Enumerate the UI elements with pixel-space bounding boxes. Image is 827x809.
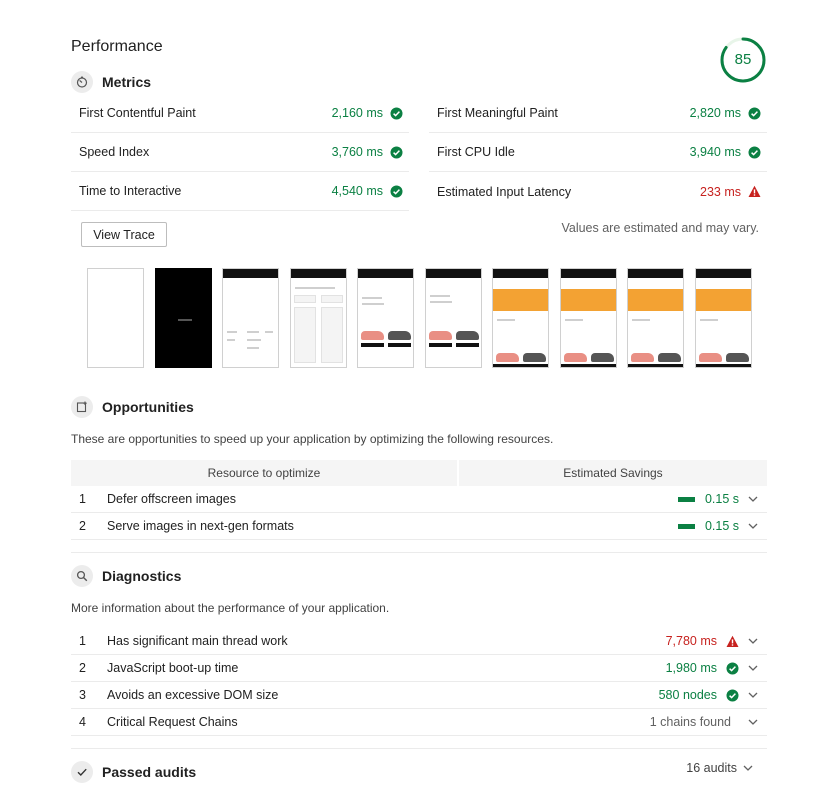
pass-check-icon xyxy=(748,146,761,158)
row-number: 4 xyxy=(79,715,86,729)
row-number: 2 xyxy=(79,661,86,675)
performance-score-gauge: 85 xyxy=(719,36,767,84)
filmstrip-frame xyxy=(154,268,212,368)
metric-value: 3,940 ms xyxy=(689,145,741,159)
opportunity-row[interactable]: 1 Defer offscreen images 0.15 s xyxy=(71,486,767,513)
diagnostic-row[interactable]: 1 Has significant main thread work 7,780… xyxy=(71,628,767,655)
pass-check-icon xyxy=(390,185,403,197)
pass-check-icon xyxy=(390,107,403,119)
diagnostic-value: 1,980 ms xyxy=(665,661,717,675)
savings-value: 0.15 s xyxy=(704,519,739,533)
opportunities-table-header: Resource to optimize Estimated Savings xyxy=(71,460,767,486)
pass-check-icon xyxy=(748,107,761,119)
metric-label: Time to Interactive xyxy=(79,184,182,198)
chevron-down-icon[interactable] xyxy=(739,523,767,529)
filmstrip-frame xyxy=(357,268,414,368)
opportunities-title: Opportunities xyxy=(102,399,194,415)
diagnostic-row[interactable]: 3 Avoids an excessive DOM size 580 nodes xyxy=(71,682,767,709)
row-title: Avoids an excessive DOM size xyxy=(107,688,279,702)
check-icon xyxy=(71,761,93,783)
metric-label: First Contentful Paint xyxy=(79,106,196,120)
diagnostics-header: Diagnostics xyxy=(71,565,181,587)
column-savings: Estimated Savings xyxy=(459,460,767,486)
pass-check-icon xyxy=(390,146,403,158)
passed-audits-count: 16 audits xyxy=(686,761,737,775)
row-title: Serve images in next-gen formats xyxy=(107,519,294,533)
metric-label: Speed Index xyxy=(79,145,150,159)
opportunities-description: These are opportunities to speed up your… xyxy=(71,432,554,446)
filmstrip-frame xyxy=(424,268,482,368)
diagnostic-row[interactable]: 4 Critical Request Chains 1 chains found xyxy=(71,709,767,736)
opportunities-header: Opportunities xyxy=(71,396,194,418)
chevron-down-icon[interactable] xyxy=(737,765,759,771)
warning-triangle-icon xyxy=(726,635,739,647)
estimate-note: Values are estimated and may vary. xyxy=(561,221,759,235)
search-icon xyxy=(71,565,93,587)
filmstrip-frame xyxy=(492,268,549,368)
diagnostics-title: Diagnostics xyxy=(102,568,182,584)
chevron-down-icon[interactable] xyxy=(739,496,767,502)
row-title: Defer offscreen images xyxy=(107,492,236,506)
diagnostic-value: 7,780 ms xyxy=(665,634,717,648)
opportunity-row[interactable]: 2 Serve images in next-gen formats 0.15 … xyxy=(71,513,767,540)
metrics-header: Metrics xyxy=(71,71,151,93)
metric-first-meaningful-paint: First Meaningful Paint 2,820 ms xyxy=(429,94,767,133)
warning-triangle-icon xyxy=(748,185,761,197)
filmstrip-frame xyxy=(289,268,347,368)
row-title: JavaScript boot-up time xyxy=(107,661,239,675)
metric-time-to-interactive: Time to Interactive 4,540 ms xyxy=(71,172,409,211)
filmstrip-frame xyxy=(559,268,617,368)
metric-speed-index: Speed Index 3,760 ms xyxy=(71,133,409,172)
chevron-down-icon[interactable] xyxy=(739,719,767,725)
diagnostic-row[interactable]: 2 JavaScript boot-up time 1,980 ms xyxy=(71,655,767,682)
passed-audits-title: Passed audits xyxy=(102,764,197,780)
chevron-down-icon[interactable] xyxy=(739,692,767,698)
diagnostic-value: 580 nodes xyxy=(658,688,717,702)
section-divider xyxy=(71,748,767,749)
pass-check-icon xyxy=(726,689,739,701)
passed-audits-toggle[interactable]: 16 audits xyxy=(686,761,759,775)
metric-value: 2,820 ms xyxy=(689,106,741,120)
metric-value: 4,540 ms xyxy=(331,184,383,198)
row-title: Has significant main thread work xyxy=(107,634,288,648)
filmstrip-frame xyxy=(627,268,684,368)
metric-estimated-input-latency: Estimated Input Latency 233 ms xyxy=(429,172,767,211)
timer-icon xyxy=(71,71,93,93)
filmstrip-frame xyxy=(222,268,279,368)
metric-label: First CPU Idle xyxy=(437,145,515,159)
metric-label: Estimated Input Latency xyxy=(437,184,572,199)
savings-bar xyxy=(677,496,695,502)
row-number: 1 xyxy=(79,492,86,506)
diagnostic-value: 1 chains found xyxy=(649,715,731,729)
savings-value: 0.15 s xyxy=(704,492,739,506)
metric-value: 3,760 ms xyxy=(331,145,383,159)
diagnostics-description: More information about the performance o… xyxy=(71,601,390,615)
metrics-title: Metrics xyxy=(102,74,152,90)
chevron-down-icon[interactable] xyxy=(739,638,767,644)
filmstrip-frame xyxy=(694,268,752,368)
row-title: Critical Request Chains xyxy=(107,715,238,729)
metric-value: 233 ms xyxy=(700,184,741,199)
chevron-down-icon[interactable] xyxy=(739,665,767,671)
savings-bar xyxy=(677,523,695,529)
metric-first-contentful-paint: First Contentful Paint 2,160 ms xyxy=(71,94,409,133)
metric-first-cpu-idle: First CPU Idle 3,940 ms xyxy=(429,133,767,172)
performance-title: Performance xyxy=(71,38,163,55)
passed-audits-header[interactable]: Passed audits xyxy=(71,761,196,783)
section-divider xyxy=(71,552,767,553)
view-trace-button[interactable]: View Trace xyxy=(81,222,167,247)
pass-check-icon xyxy=(726,662,739,674)
performance-score: 85 xyxy=(734,51,752,68)
row-number: 3 xyxy=(79,688,86,702)
metric-value: 2,160 ms xyxy=(331,106,383,120)
row-number: 2 xyxy=(79,519,86,533)
metric-label: First Meaningful Paint xyxy=(437,106,558,120)
opportunity-icon xyxy=(71,396,93,418)
column-resource: Resource to optimize xyxy=(71,460,457,486)
filmstrip-frame xyxy=(87,268,144,368)
filmstrip xyxy=(87,268,752,368)
row-number: 1 xyxy=(79,634,86,648)
